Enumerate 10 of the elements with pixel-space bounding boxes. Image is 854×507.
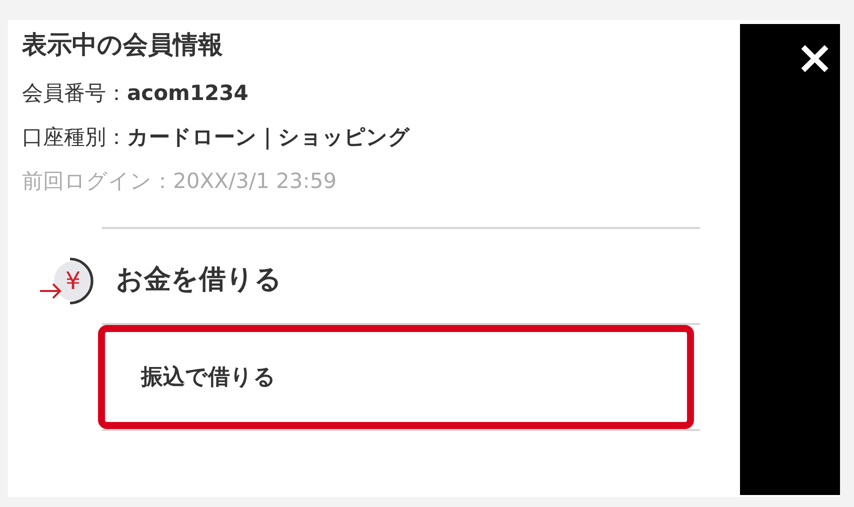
panel-title: 表示中の会員情報 <box>22 29 224 61</box>
info-value: 20XX/3/1 23:59 <box>173 169 337 193</box>
menu-item[interactable]: 振込で借りる <box>98 325 694 429</box>
info-label: 前回ログイン： <box>22 169 173 193</box>
info-value: カードローン｜ショッピング <box>127 125 410 149</box>
info-value: acom1234 <box>127 81 248 105</box>
info-label: 口座種別： <box>22 125 127 149</box>
section-title: お金を借りる <box>116 263 282 297</box>
close-button[interactable]: × <box>789 24 840 90</box>
info-label: 会員番号： <box>22 81 127 105</box>
